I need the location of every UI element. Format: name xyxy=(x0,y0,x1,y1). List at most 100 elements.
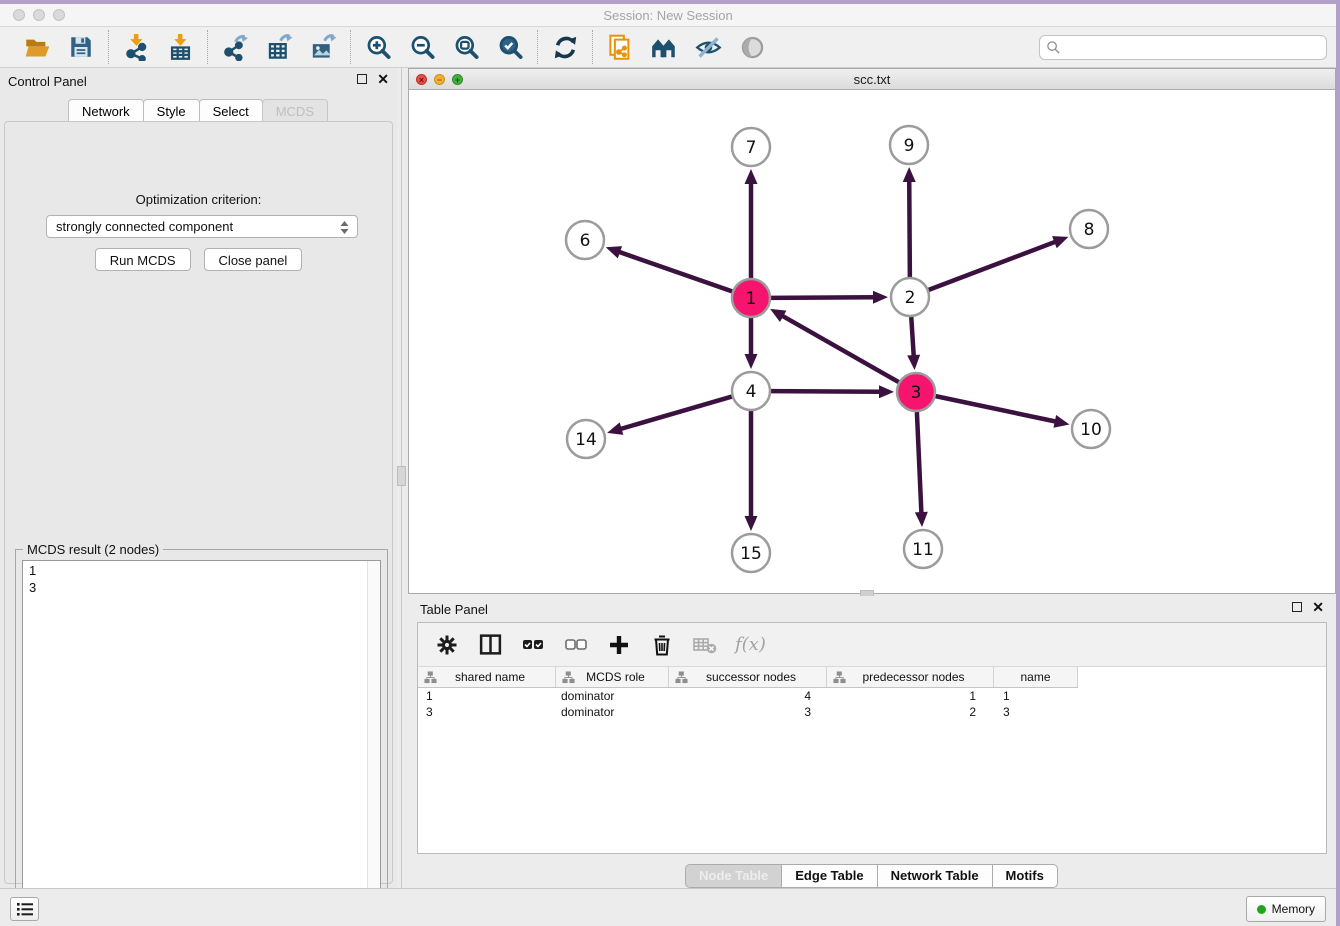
open-session-icon[interactable] xyxy=(23,33,51,61)
mcds-result-line: 1 xyxy=(29,562,380,579)
node-label-7: 7 xyxy=(746,138,757,158)
control-panel-title: Control Panel xyxy=(8,74,87,89)
table-cell: dominator xyxy=(556,704,669,720)
mcds-result-lines: 13 xyxy=(29,562,380,596)
arrowhead-2-3 xyxy=(907,355,920,370)
export-table-icon[interactable] xyxy=(265,33,293,61)
table-cell: 2 xyxy=(827,704,994,720)
node-label-10: 10 xyxy=(1080,420,1102,440)
edge-3-11[interactable] xyxy=(917,412,922,514)
edge-2-9[interactable] xyxy=(909,180,910,277)
column-header-label: shared name xyxy=(437,670,555,684)
column-header-label: predecessor nodes xyxy=(846,670,993,684)
memory-label: Memory xyxy=(1272,902,1315,916)
search-field[interactable] xyxy=(1039,35,1327,60)
show-all-icon[interactable] xyxy=(738,33,766,61)
mcds-result-textarea[interactable]: 13 xyxy=(22,560,381,918)
node-table-header: shared name MCDS rolesuccessor nodes prede… xyxy=(418,667,1078,688)
node-label-15: 15 xyxy=(740,544,762,564)
refresh-view-icon[interactable] xyxy=(551,33,579,61)
edge-4-3[interactable] xyxy=(771,391,881,392)
table-row[interactable]: 3dominator323 xyxy=(418,704,1326,720)
table-row[interactable]: 1dominator411 xyxy=(418,688,1326,704)
table-cell: 3 xyxy=(994,704,1078,720)
delete-trash-icon[interactable] xyxy=(649,632,675,658)
search-input[interactable] xyxy=(1061,38,1326,58)
edge-3-10[interactable] xyxy=(936,396,1057,422)
function-builder-icon[interactable]: f(x) xyxy=(735,632,766,658)
table-cell: 3 xyxy=(418,704,556,720)
node-label-2: 2 xyxy=(905,288,916,308)
arrowhead-1-2 xyxy=(873,291,888,304)
select-stepper-icon xyxy=(339,220,350,238)
close-panel-icon[interactable]: ✕ xyxy=(377,74,389,84)
zoom-out-icon[interactable] xyxy=(408,33,436,61)
run-mcds-button[interactable]: Run MCDS xyxy=(95,248,191,271)
table-panel-title: Table Panel xyxy=(420,602,488,617)
delete-table-icon[interactable] xyxy=(692,632,718,658)
create-column-plus-icon[interactable] xyxy=(606,632,632,658)
tab-node-table[interactable]: Node Table xyxy=(685,864,782,888)
node-label-8: 8 xyxy=(1084,220,1095,240)
main-toolbar xyxy=(0,27,1336,68)
select-all-icon[interactable] xyxy=(520,632,546,658)
vertical-splitter-grip[interactable] xyxy=(397,466,406,486)
network-canvas[interactable]: 7968124314101511 xyxy=(409,90,1335,593)
node-label-3: 3 xyxy=(911,383,922,403)
column-header-successor-nodes[interactable]: successor nodes xyxy=(669,667,827,687)
column-header-predecessor-nodes[interactable]: predecessor nodes xyxy=(827,667,994,687)
import-table-icon[interactable] xyxy=(166,33,194,61)
edge-4-14[interactable] xyxy=(620,397,732,430)
node-table-content: f(x) shared name MCDS rolesuccessor nodes… xyxy=(417,622,1327,854)
optimization-criterion-value: strongly connected component xyxy=(56,219,233,234)
export-image-icon[interactable] xyxy=(309,33,337,61)
hide-selected-icon[interactable] xyxy=(694,33,722,61)
fit-content-icon[interactable] xyxy=(452,33,480,61)
column-header-mcds-role[interactable]: MCDS role xyxy=(556,667,669,687)
arrowhead-4-3 xyxy=(879,385,894,398)
column-header-shared-name[interactable]: shared name xyxy=(418,667,556,687)
edge-2-3[interactable] xyxy=(911,317,914,357)
edge-1-6[interactable] xyxy=(618,252,732,292)
deselect-all-icon[interactable] xyxy=(563,632,589,658)
edge-2-8[interactable] xyxy=(929,241,1057,289)
new-network-from-selection-icon[interactable] xyxy=(606,33,634,61)
tab-motifs[interactable]: Motifs xyxy=(992,864,1058,888)
zoom-selected-icon[interactable] xyxy=(496,33,524,61)
close-panel-button[interactable]: Close panel xyxy=(204,248,303,271)
window-titlebar: Session: New Session xyxy=(0,4,1336,27)
memory-button[interactable]: Memory xyxy=(1246,896,1326,922)
result-scrollbar[interactable] xyxy=(367,561,380,917)
memory-status-icon xyxy=(1257,905,1266,914)
tab-edge-table[interactable]: Edge Table xyxy=(781,864,877,888)
table-panel: Table Panel ✕ xyxy=(408,596,1336,888)
table-panel-tabs: Node TableEdge TableNetwork TableMotifs xyxy=(408,864,1336,888)
float-panel-icon[interactable] xyxy=(357,74,367,84)
edge-3-1[interactable] xyxy=(781,315,898,382)
float-table-panel-icon[interactable] xyxy=(1292,602,1302,612)
column-header-label: MCDS role xyxy=(575,670,668,684)
edge-1-2[interactable] xyxy=(771,297,875,298)
table-settings-gear-icon[interactable] xyxy=(434,632,460,658)
arrowhead-1-4 xyxy=(745,354,758,369)
zoom-in-icon[interactable] xyxy=(364,33,392,61)
export-network-icon[interactable] xyxy=(221,33,249,61)
tab-network-table[interactable]: Network Table xyxy=(877,864,993,888)
table-toolbar: f(x) xyxy=(418,623,1326,667)
arrowhead-4-15 xyxy=(745,516,758,531)
close-table-panel-icon[interactable]: ✕ xyxy=(1312,602,1324,612)
list-icon xyxy=(16,902,34,917)
show-panels-list-button[interactable] xyxy=(10,897,39,921)
import-network-icon[interactable] xyxy=(122,33,150,61)
save-session-icon[interactable] xyxy=(67,33,95,61)
network-view-window: × − + scc.txt 7968124314101511 xyxy=(408,68,1336,594)
table-cell: 1 xyxy=(994,688,1078,704)
window-title: Session: New Session xyxy=(0,8,1336,23)
column-header-name[interactable]: name xyxy=(994,667,1078,687)
node-label-9: 9 xyxy=(904,136,915,156)
optimization-criterion-select[interactable]: strongly connected component xyxy=(46,215,358,238)
show-columns-icon[interactable] xyxy=(477,632,503,658)
first-neighbors-icon[interactable] xyxy=(650,33,678,61)
table-cell: 3 xyxy=(669,704,827,720)
fx-label: f(x) xyxy=(735,634,766,655)
